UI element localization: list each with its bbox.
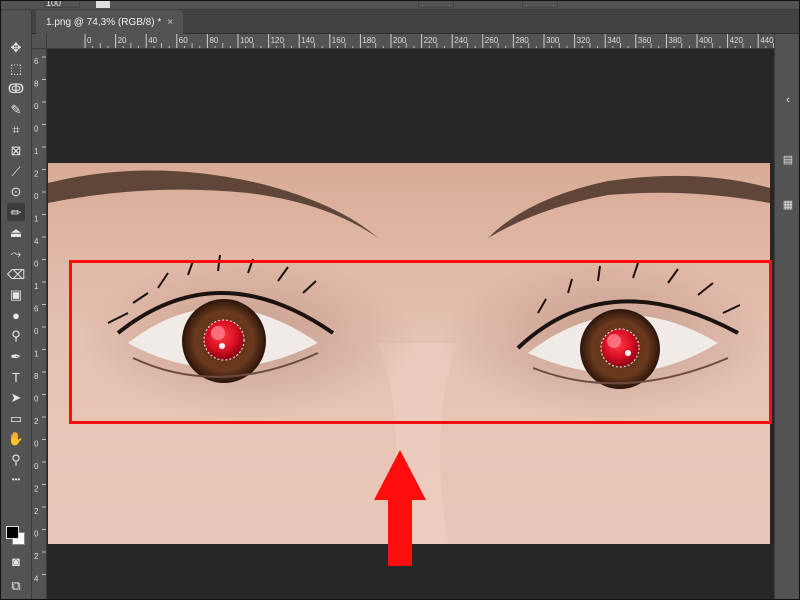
ruler-tick-label: 0	[34, 260, 39, 269]
vertical-ruler[interactable]: 6 8 0 0 1 2 0 1 4 0 1 6 0 1 8 0 2 0 0 2 2 0 2 4	[32, 49, 47, 600]
ruler-tick-label: 0	[34, 192, 39, 201]
more-tools-icon[interactable]: •••	[7, 471, 25, 489]
horizontal-ruler[interactable]: 0 20 40 60 80 100 120 140 160 180 200 220 240 260 280 3…	[47, 34, 774, 49]
eraser-tool-icon[interactable]: ⌫	[7, 265, 25, 283]
ruler-tick-label: 6	[34, 305, 39, 314]
ruler-tick-label: 8	[34, 372, 39, 381]
ruler-tick-label: 1	[34, 147, 39, 156]
ruler-tick-label: 160	[332, 36, 346, 45]
ruler-tick-label: 200	[393, 36, 407, 45]
ruler-tick-label: 1	[34, 282, 39, 291]
ruler-tick-label: 400	[699, 36, 713, 45]
brush-preset-swatch[interactable]	[96, 0, 110, 8]
ruler-tick-label: 40	[148, 36, 157, 45]
dodge-tool-icon[interactable]: ⚲	[7, 326, 25, 344]
ruler-tick-label: 100	[240, 36, 254, 45]
ruler-tick-label: 20	[118, 36, 127, 45]
ruler-tick-label: 360	[638, 36, 652, 45]
ruler-tick-label: 220	[424, 36, 438, 45]
crop-tool-icon[interactable]: ⌗	[7, 120, 25, 138]
path-selection-tool-icon[interactable]: ➤	[7, 388, 25, 406]
rectangle-tool-icon[interactable]: ▭	[7, 409, 25, 427]
zoom-tool-icon[interactable]: ⚲	[7, 450, 25, 468]
red-eye-tool-icon[interactable]: ⊙	[7, 182, 25, 200]
hand-tool-icon[interactable]: ✋	[7, 429, 25, 447]
ruler-tick-label: 440	[760, 36, 774, 45]
ruler-tick-label: 6	[34, 57, 39, 66]
ruler-tick-label: 60	[179, 36, 188, 45]
ruler-tick-label: 80	[209, 36, 218, 45]
screen-mode-icon[interactable]: ⧉	[7, 576, 25, 594]
history-brush-tool-icon[interactable]: ⤳	[7, 244, 25, 262]
option-field[interactable]	[522, 0, 558, 8]
eyedropper-tool-icon[interactable]: ⟋	[7, 162, 25, 180]
ruler-tick-label: 320	[577, 36, 591, 45]
ruler-tick-label: 2	[34, 170, 39, 179]
ruler-tick-label: 380	[668, 36, 682, 45]
ruler-tick-label: 120	[271, 36, 285, 45]
annotation-highlight-box	[69, 260, 772, 424]
pen-tool-icon[interactable]: ✒	[7, 347, 25, 365]
ruler-tick-label: 0	[34, 102, 39, 111]
ruler-tick-label: 8	[34, 80, 39, 89]
frame-tool-icon[interactable]: ⊠	[7, 141, 25, 159]
ruler-tick-label: 420	[730, 36, 744, 45]
ruler-tick-label: 0	[87, 36, 92, 45]
close-icon[interactable]: ×	[167, 17, 173, 28]
ruler-tick-label: 260	[485, 36, 499, 45]
ruler-tick-label: 4	[34, 575, 39, 584]
panel-icon[interactable]: ▦	[781, 199, 795, 211]
ruler-tick-label: 2	[34, 485, 39, 494]
ruler-tick-label: 0	[34, 462, 39, 471]
ruler-tick-label: 2	[34, 417, 39, 426]
document-tab-bar: 1.png @ 74,3% (RGB/8) * ×	[32, 10, 800, 34]
panel-icon[interactable]: ▤	[781, 154, 795, 166]
ruler-tick-label: 2	[34, 552, 39, 561]
options-bar: 100	[0, 0, 800, 10]
document-tab[interactable]: 1.png @ 74,3% (RGB/8) * ×	[36, 10, 184, 34]
ruler-tick-label: 1	[34, 350, 39, 359]
marquee-tool-icon[interactable]: ⬚	[7, 59, 25, 77]
move-tool-icon[interactable]: ✥	[7, 38, 25, 56]
ruler-tick-label: 300	[546, 36, 560, 45]
foreground-color-swatch[interactable]	[6, 526, 19, 539]
type-tool-icon[interactable]: T	[7, 368, 25, 386]
option-field[interactable]	[418, 0, 454, 8]
ruler-tick-label: 0	[34, 327, 39, 336]
panel-collapse-icon[interactable]: ‹	[781, 94, 795, 106]
ruler-tick-label: 2	[34, 507, 39, 516]
clone-stamp-tool-icon[interactable]: ⏏	[7, 223, 25, 241]
annotation-arrow-up-icon	[374, 450, 426, 566]
ruler-tick-label: 340	[607, 36, 621, 45]
brush-size-value: 100	[46, 0, 62, 8]
ruler-tick-label: 4	[34, 237, 39, 246]
right-panel-dock: ‹ ▤ ▦	[774, 34, 800, 600]
quick-selection-tool-icon[interactable]: ✎	[7, 100, 25, 118]
brush-tool-icon[interactable]: ✏	[7, 203, 25, 221]
ruler-tick-label: 240	[454, 36, 468, 45]
ruler-tick-label: 280	[515, 36, 529, 45]
ruler-tick-label: 0	[34, 125, 39, 134]
gradient-tool-icon[interactable]: ▣	[7, 285, 25, 303]
quick-mask-icon[interactable]: ◙	[7, 552, 25, 570]
blur-tool-icon[interactable]: ●	[7, 306, 25, 324]
lasso-tool-icon[interactable]: ↂ	[7, 79, 25, 97]
ruler-tick-label: 0	[34, 395, 39, 404]
ruler-tick-label: 0	[34, 530, 39, 539]
ruler-tick-label: 180	[362, 36, 376, 45]
ruler-tick-label: 1	[34, 215, 39, 224]
document-tab-title: 1.png @ 74,3% (RGB/8) *	[46, 16, 162, 28]
tools-panel: ◙ ⧉ ✥ ⬚ ↂ ✎ ⌗ ⊠ ⟋ ⊙ ✏ ⏏ ⤳ ⌫ ▣ ● ⚲ ✒ T ➤ ▭ ✋ ⚲ •••	[0, 10, 32, 600]
ruler-tick-label: 140	[301, 36, 315, 45]
ruler-origin[interactable]	[32, 34, 47, 49]
ruler-tick-label: 0	[34, 440, 39, 449]
